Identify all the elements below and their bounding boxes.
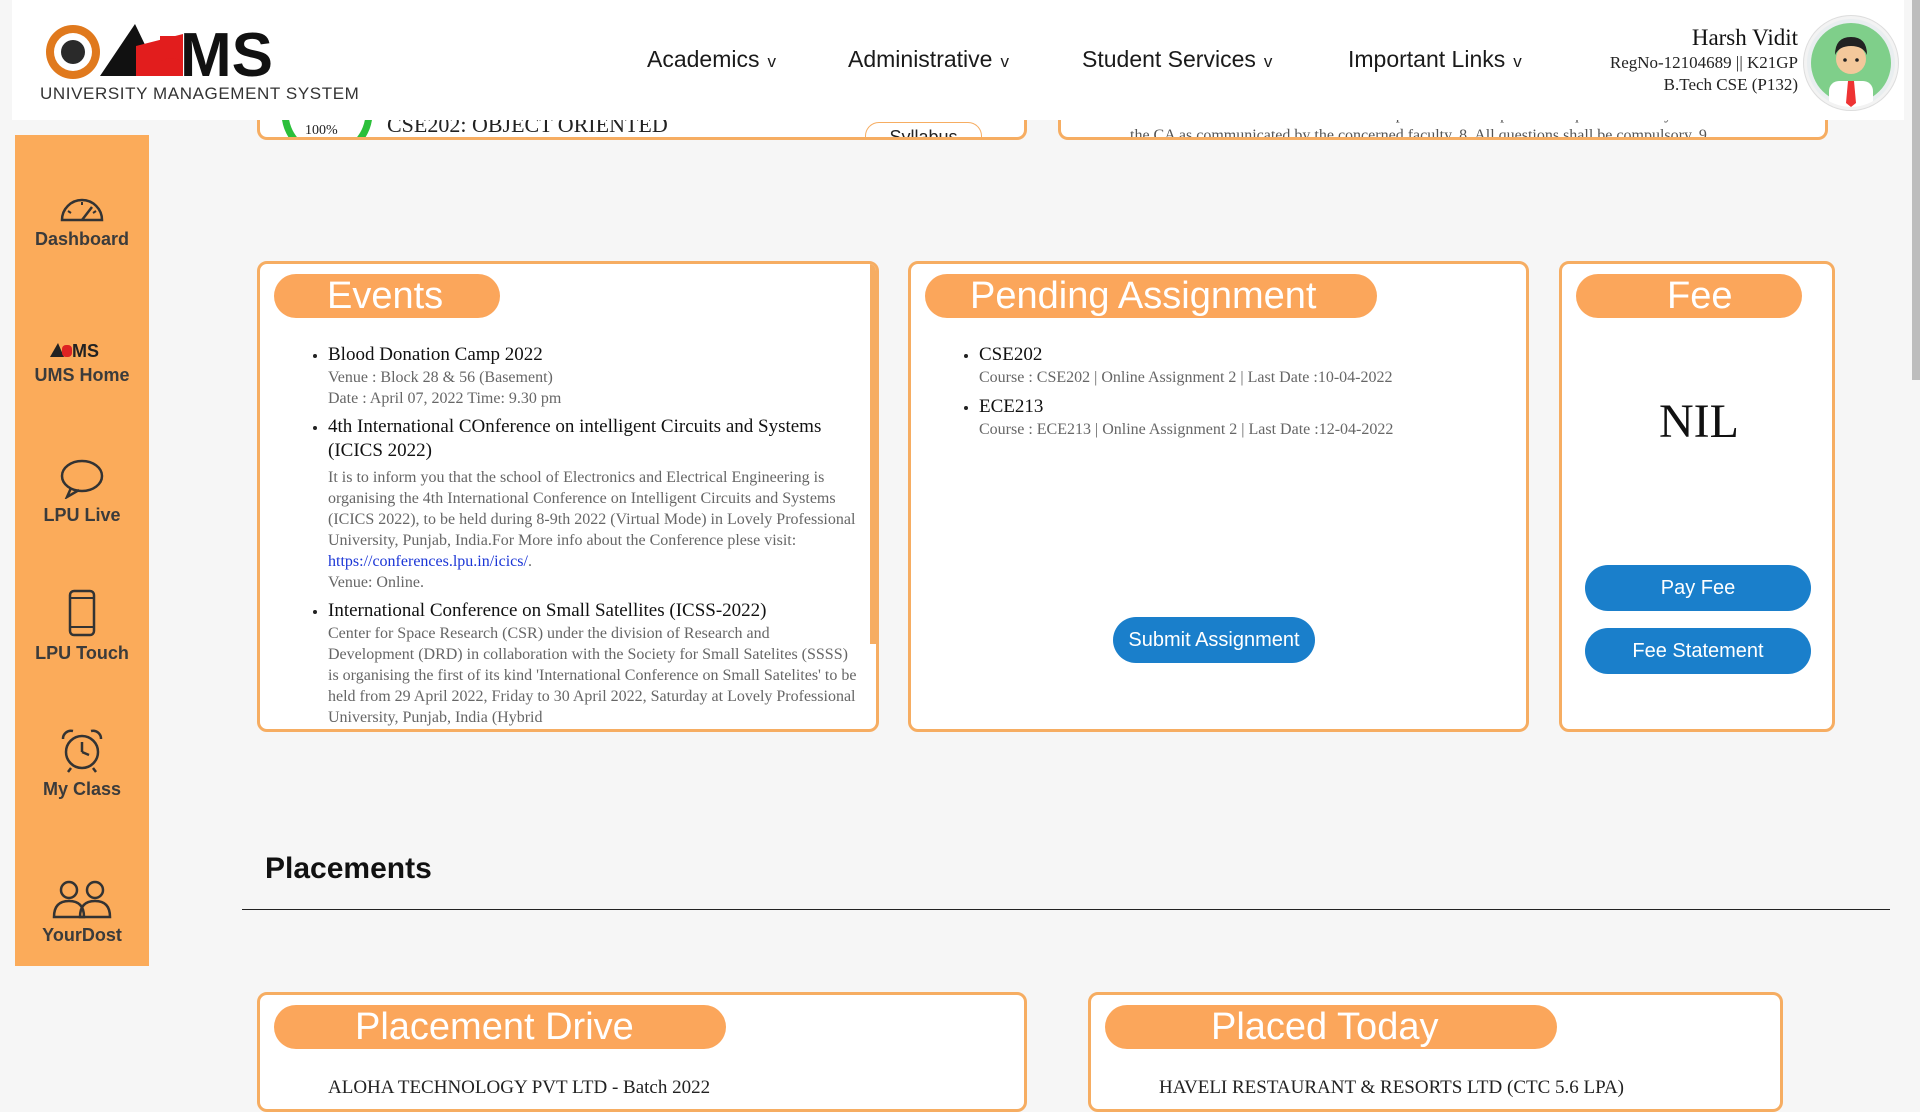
list-item[interactable]: CSE202 Course : CSE202 | Online Assignme…	[979, 343, 1499, 388]
sidebar-item-lpu-live[interactable]: LPU Live	[15, 455, 149, 526]
placed-today-item[interactable]: HAVELI RESTAURANT & RESORTS LTD (CTC 5.6…	[1159, 1077, 1624, 1099]
placed-today-title: Placed Today	[1105, 1005, 1557, 1049]
events-scrollbar[interactable]	[870, 264, 876, 644]
fee-amount: NIL	[1659, 395, 1739, 448]
chevron-down-icon: v	[1263, 52, 1273, 71]
top-header: MS UNIVERSITY MANAGEMENT SYSTEM Academic…	[12, 0, 1904, 120]
section-divider	[242, 909, 1890, 910]
user-regno: RegNo-12104689 || K21GP	[1609, 53, 1798, 72]
fee-statement-button[interactable]: Fee Statement	[1585, 628, 1811, 674]
sidebar-item-yourdost[interactable]: YourDost	[15, 875, 149, 946]
notes-line-2: the CA as communicated by the concerned …	[1130, 127, 1711, 140]
speedometer-icon	[60, 198, 104, 222]
chevron-down-icon: v	[1513, 52, 1522, 71]
placement-drive-card: Placement Drive ALOHA TECHNOLOGY PVT LTD…	[257, 992, 1027, 1112]
svg-text:MS: MS	[72, 341, 99, 359]
sidebar-item-label: UMS Home	[34, 365, 130, 385]
nav-important-links[interactable]: Important Links v	[1348, 46, 1522, 73]
sidebar-item-label: LPU Touch	[35, 643, 129, 663]
placement-drive-item[interactable]: ALOHA TECHNOLOGY PVT LTD - Batch 2022	[328, 1077, 710, 1099]
submit-assignment-button[interactable]: Submit Assignment	[1113, 617, 1315, 663]
events-card: Events Blood Donation Camp 2022 Venue : …	[257, 261, 879, 732]
chevron-down-icon: v	[1000, 52, 1009, 71]
placement-drive-title: Placement Drive	[274, 1005, 726, 1049]
list-item[interactable]: International Conference on Small Satell…	[328, 599, 858, 728]
user-avatar-icon	[1811, 23, 1891, 107]
conference-link[interactable]: https://conferences.lpu.in/icics/	[328, 553, 528, 570]
sidebar-item-lpu-touch[interactable]: LPU Touch	[15, 589, 149, 664]
syllabus-button[interactable]: Syllabus	[865, 122, 982, 137]
alarm-clock-icon	[61, 729, 103, 773]
pending-assignment-title: Pending Assignment	[925, 274, 1377, 318]
logo-text: UNIVERSITY MANAGEMENT SYSTEM	[40, 84, 360, 103]
sidebar-item-label: LPU Live	[43, 505, 121, 525]
user-program: B.Tech CSE (P132)	[1663, 75, 1798, 94]
nav-student-services[interactable]: Student Services v	[1082, 46, 1272, 73]
user-info: Harsh Vidit RegNo-12104689 || K21GP B.Te…	[1610, 24, 1798, 96]
pay-fee-button[interactable]: Pay Fee	[1585, 565, 1811, 611]
list-item[interactable]: Blood Donation Camp 2022 Venue : Block 2…	[328, 343, 858, 409]
placements-heading: Placements	[265, 852, 432, 885]
sidebar: Dashboard MS UMS Home LPU Live LPU Touch…	[15, 135, 149, 966]
sidebar-item-my-class[interactable]: My Class	[15, 729, 149, 800]
sidebar-item-dashboard[interactable]: Dashboard	[15, 179, 149, 250]
chat-bubble-icon	[60, 459, 104, 499]
pending-assignment-card: Pending Assignment CSE202 Course : CSE20…	[908, 261, 1529, 732]
sidebar-item-label: Dashboard	[34, 229, 130, 249]
chevron-down-icon: v	[767, 52, 776, 71]
user-name: Harsh Vidit	[1691, 25, 1798, 50]
events-title: Events	[274, 274, 500, 318]
svg-text:MS: MS	[180, 21, 273, 88]
people-icon	[52, 880, 112, 919]
sidebar-item-label: YourDost	[42, 925, 122, 945]
page-scrollbar[interactable]	[1912, 0, 1920, 380]
nav-administrative[interactable]: Administrative v	[848, 46, 1009, 73]
avatar[interactable]	[1804, 16, 1898, 110]
fee-title: Fee	[1576, 274, 1802, 318]
assignment-list: CSE202 Course : CSE202 | Online Assignme…	[979, 343, 1499, 440]
mobile-phone-icon	[68, 589, 96, 637]
nav-academics[interactable]: Academics v	[647, 46, 776, 73]
sidebar-item-label: My Class	[42, 779, 122, 799]
ums-logo[interactable]: MS UNIVERSITY MANAGEMENT SYSTEM	[40, 18, 359, 108]
ums-logo-icon: MS	[50, 341, 99, 359]
placed-today-card: Placed Today HAVELI RESTAURANT & RESORTS…	[1088, 992, 1783, 1112]
events-list: Blood Donation Camp 2022 Venue : Block 2…	[328, 343, 858, 728]
progress-percent: 100%	[305, 123, 338, 138]
sidebar-item-ums-home[interactable]: MS UMS Home	[15, 315, 149, 386]
fee-card: Fee NIL Pay Fee Fee Statement	[1559, 261, 1835, 732]
ums-logo-graphic: MS	[46, 21, 273, 88]
list-item[interactable]: 4th International COnference on intellig…	[328, 415, 858, 593]
list-item[interactable]: ECE213 Course : ECE213 | Online Assignme…	[979, 395, 1499, 440]
